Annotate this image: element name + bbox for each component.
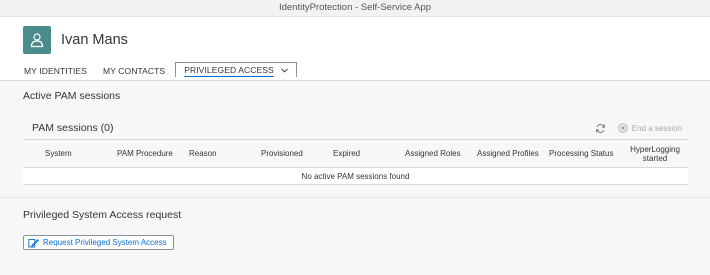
panel-title: PAM sessions (0) [32, 122, 114, 134]
active-sessions-title: Active PAM sessions [23, 90, 121, 102]
request-button-label: Request Privileged System Access [43, 238, 167, 247]
tab-label: MY IDENTITIES [24, 66, 88, 76]
section-divider [0, 197, 710, 198]
tab-bar: MY IDENTITIES MY CONTACTS PRIVILEGED ACC… [0, 62, 710, 81]
avatar [23, 25, 51, 54]
request-privileged-access-button[interactable]: Request Privileged System Access [23, 235, 174, 250]
table-row: No active PAM sessions found [23, 167, 688, 185]
tab-my-identities[interactable]: MY IDENTITIES [16, 62, 95, 80]
tab-label: PRIVILEGED ACCESS [184, 65, 274, 75]
column-header-hyperlogging-started: HyperLogging started [622, 139, 688, 168]
end-session-button[interactable]: End a session [618, 123, 682, 133]
column-header-assigned-roles: Assigned Roles [401, 139, 473, 168]
end-session-label: End a session [631, 123, 682, 133]
column-header-provisioned: Provisioned [257, 139, 329, 168]
table-header-row: System PAM Procedure Reason Provisioned … [23, 139, 688, 168]
pam-sessions-table: System PAM Procedure Reason Provisioned … [23, 139, 688, 185]
user-header: Ivan Mans [0, 17, 710, 62]
refresh-icon[interactable] [595, 123, 606, 134]
tab-label: MY CONTACTS [103, 66, 166, 76]
column-header-reason: Reason [185, 139, 257, 168]
person-icon [29, 32, 45, 48]
column-header-system: System [23, 139, 113, 168]
column-header-processing-status: Processing Status [545, 139, 622, 168]
column-header-expired: Expired [329, 139, 401, 168]
request-section-title: Privileged System Access request [23, 209, 182, 221]
pam-sessions-panel: PAM sessions (0) End a session System PA… [23, 117, 688, 185]
user-name: Ivan Mans [61, 31, 128, 48]
panel-toolbar: PAM sessions (0) End a session [23, 117, 688, 139]
column-header-assigned-profiles: Assigned Profiles [473, 139, 545, 168]
empty-table-message: No active PAM sessions found [23, 167, 688, 185]
chevron-down-icon [280, 67, 288, 73]
stop-circle-icon [618, 123, 632, 133]
tab-privileged-access[interactable]: PRIVILEGED ACCESS [175, 62, 297, 77]
window-title: IdentityProtection - Self-Service App [0, 0, 710, 17]
toolbar-actions: End a session [595, 123, 688, 134]
tab-my-contacts[interactable]: MY CONTACTS [95, 62, 173, 80]
request-edit-icon [28, 238, 39, 248]
column-header-pam-procedure: PAM Procedure [113, 139, 185, 168]
